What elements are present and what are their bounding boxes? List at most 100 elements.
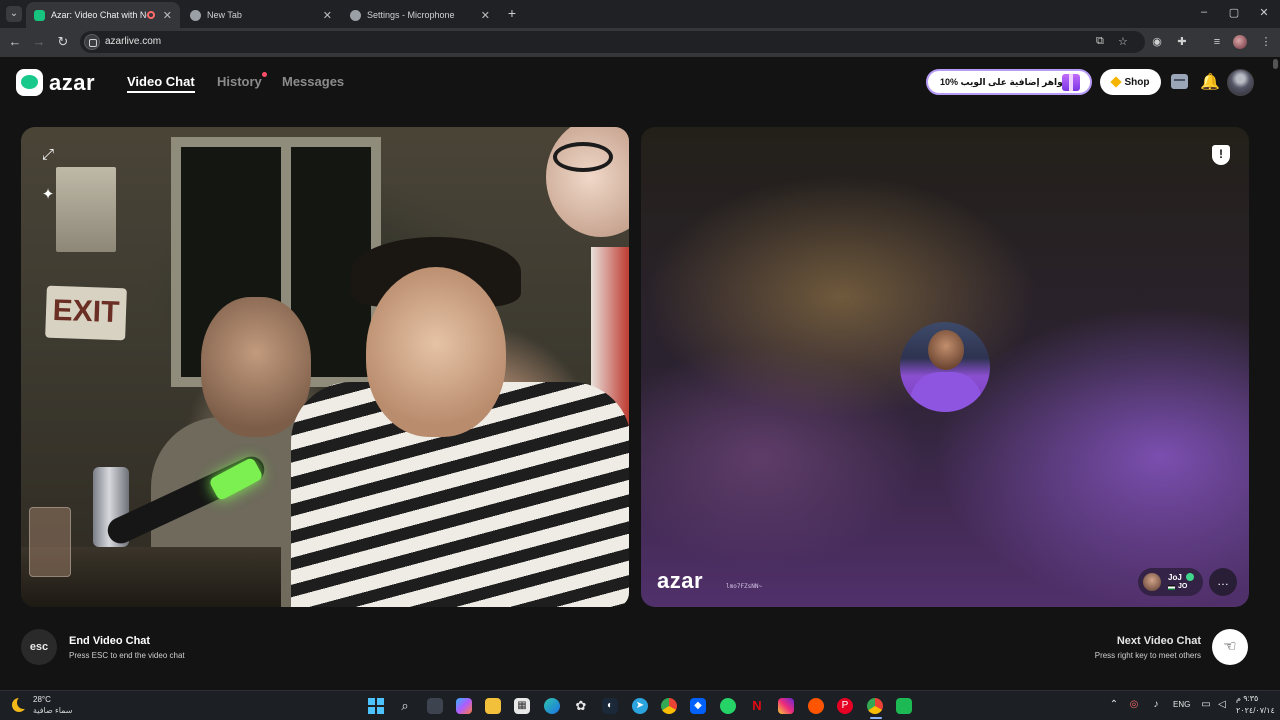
glasses [553, 142, 613, 172]
weather-description[interactable]: سماء صافية [33, 706, 73, 715]
new-tab-plus-icon[interactable]: + [505, 6, 519, 20]
recording-indicator-icon [146, 11, 155, 19]
chatgpt-icon[interactable]: ✿ [573, 698, 589, 714]
person-face [201, 297, 311, 437]
soundcloud-icon[interactable] [808, 698, 824, 714]
pinterest-icon[interactable]: P [837, 698, 853, 714]
peer-avatar [900, 322, 990, 412]
bookmark-star-icon[interactable]: ☆ [1118, 35, 1128, 48]
extensions-puzzle-icon[interactable]: ✚ [1175, 35, 1189, 49]
logo-text: azar [49, 69, 96, 95]
gift-icon [1062, 74, 1080, 91]
peer-chip-avatar [1143, 573, 1161, 591]
file-explorer-icon[interactable] [485, 698, 501, 714]
profile-avatar[interactable] [1233, 35, 1247, 49]
maximize-window-icon[interactable]: ▢ [1226, 6, 1242, 19]
azar-logo[interactable]: azar [16, 69, 95, 96]
copilot-icon[interactable] [456, 698, 472, 714]
next-chat-hint: Press right key to meet others [1094, 651, 1201, 660]
recording-tray-icon[interactable]: ◎ [1128, 699, 1140, 711]
shop-button[interactable]: Shop [1100, 69, 1161, 95]
tab-azar[interactable]: Azar: Video Chat with New ✕ [26, 2, 180, 28]
task-view-icon[interactable] [427, 698, 443, 714]
end-chat-title: End Video Chat [69, 635, 151, 647]
network-icon[interactable]: ▭ [1200, 699, 1212, 711]
site-info-icon[interactable] [84, 34, 100, 50]
user-avatar[interactable] [1227, 69, 1254, 96]
next-chat-title: Next Video Chat [1116, 635, 1201, 647]
jordan-flag-icon [1168, 585, 1175, 590]
active-app-indicator [870, 717, 882, 719]
azar-logo-icon [16, 69, 43, 96]
close-tab-icon[interactable]: ✕ [163, 9, 172, 22]
peer-country: JO [1178, 583, 1188, 590]
tab-title: New Tab [207, 10, 242, 20]
chrome-active-icon[interactable] [867, 698, 883, 714]
search-icon[interactable]: ⌕ [397, 698, 413, 714]
netflix-icon[interactable]: N [749, 698, 765, 714]
inbox-icon[interactable] [1171, 74, 1188, 89]
remote-video-pane: ! azar lmo7FZsNN~ JoJ JO … [641, 127, 1249, 607]
whatsapp-icon[interactable] [720, 698, 736, 714]
address-bar[interactable]: azarlive.com ⧉ ☆ [80, 31, 1145, 53]
volume-icon[interactable]: ◁ [1216, 699, 1228, 711]
tab-new-tab[interactable]: New Tab ✕ [182, 2, 340, 28]
language-indicator[interactable]: ENG [1173, 700, 1190, 709]
end-chat-button[interactable]: esc [21, 629, 57, 665]
windows-start-icon[interactable] [368, 698, 384, 714]
browser-tab-strip: ⌄ Azar: Video Chat with New ✕ New Tab ✕ … [0, 0, 1280, 28]
local-video-pane: EXIT ⤢ ✦ [21, 127, 629, 607]
bell-icon[interactable]: 🔔 [1200, 72, 1220, 92]
close-tab-icon[interactable]: ✕ [323, 9, 332, 22]
clock-date[interactable]: ٢٠٢٤/٠٧/١٤ [1236, 706, 1275, 715]
weather-temperature[interactable]: 28°C [33, 695, 51, 704]
nav-video-chat[interactable]: Video Chat [127, 74, 195, 93]
close-window-icon[interactable]: ✕ [1256, 6, 1272, 19]
tab-search-icon[interactable]: ⌄ [6, 6, 22, 22]
microsoft-store-icon[interactable]: ▦ [514, 698, 530, 714]
chrome-icon[interactable] [661, 698, 677, 714]
tab-settings-microphone[interactable]: Settings - Microphone ✕ [342, 2, 498, 28]
scrollbar[interactable] [1273, 59, 1278, 69]
peer-profile-chip[interactable]: JoJ JO [1138, 568, 1203, 596]
gems-promo-button[interactable]: 10% اجواهر إضافية على الويب! [926, 69, 1092, 95]
steam-icon[interactable]: ◐ [602, 698, 618, 714]
nav-messages[interactable]: Messages [282, 74, 344, 89]
person-face [366, 267, 506, 437]
microphone-tray-icon[interactable]: ♪ [1150, 699, 1162, 711]
chat-bubble-icon[interactable]: … [1209, 568, 1237, 596]
reload-icon[interactable]: ↻ [55, 34, 71, 50]
report-shield-icon[interactable]: ! [1212, 145, 1230, 165]
forward-arrow-icon[interactable]: → [31, 34, 47, 50]
app-icon[interactable] [896, 698, 912, 714]
azar-watermark: azar [657, 568, 704, 593]
minimize-window-icon[interactable]: – [1196, 6, 1212, 18]
expand-icon[interactable]: ⤢ [38, 145, 58, 165]
telegram-icon[interactable]: ➤ [632, 698, 648, 714]
extension-icon[interactable]: ◉ [1150, 35, 1164, 49]
magic-wand-effects-icon[interactable]: ✦ [38, 185, 58, 205]
edge-icon[interactable] [544, 698, 560, 714]
show-hidden-icons-chevron-icon[interactable]: ⌃ [1108, 699, 1120, 711]
chrome-menu-icon[interactable]: ⋮ [1259, 35, 1273, 49]
tab-title: Settings - Microphone [367, 10, 455, 20]
peer-session-id: lmo7FZsNN~ [726, 583, 763, 590]
moon-weather-icon[interactable] [12, 696, 30, 712]
back-arrow-icon[interactable]: ← [7, 34, 23, 50]
drinking-glass [29, 507, 71, 577]
promo-text: 10% اجواهر إضافية على الويب! [940, 76, 1075, 87]
clock-time[interactable]: ٩:٣٥ م [1236, 694, 1258, 703]
next-chat-button[interactable]: ☜ [1212, 629, 1248, 665]
nav-history[interactable]: History [217, 74, 262, 89]
history-notification-dot [262, 72, 267, 77]
close-tab-icon[interactable]: ✕ [481, 9, 490, 22]
shop-label: Shop [1124, 76, 1150, 88]
dropbox-icon[interactable]: ◆ [690, 698, 706, 714]
globe-favicon-icon [190, 9, 201, 21]
install-app-icon[interactable]: ⧉ [1096, 35, 1104, 48]
wall-poster [56, 167, 116, 252]
url-text[interactable]: azarlive.com [105, 36, 161, 47]
media-control-icon[interactable]: ≡ [1210, 35, 1224, 49]
instagram-icon[interactable] [778, 698, 794, 714]
azar-favicon-icon [34, 9, 45, 21]
